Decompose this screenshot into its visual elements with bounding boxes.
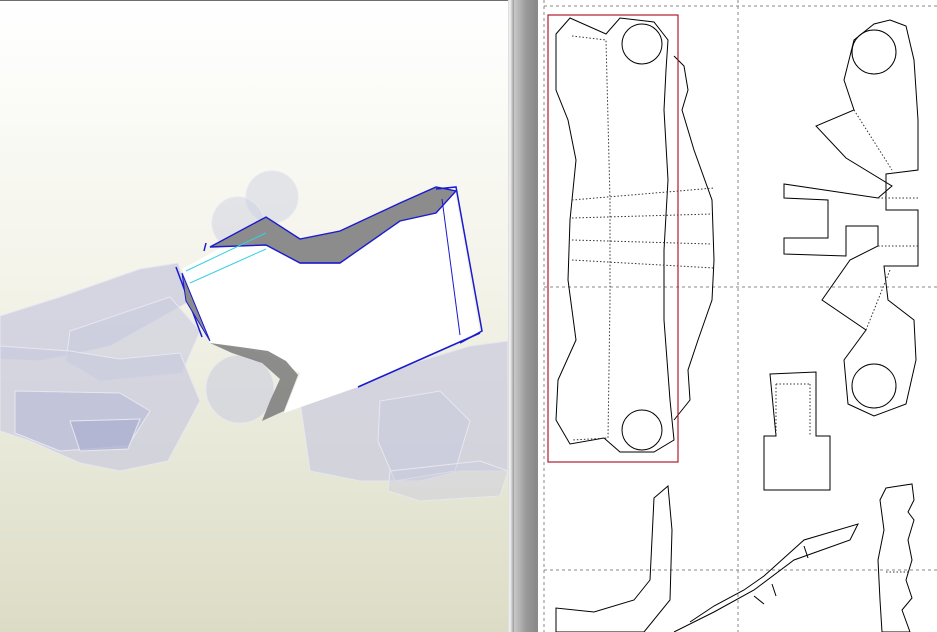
ghost-finger-tip bbox=[69, 418, 141, 452]
2d-sheet-view[interactable] bbox=[514, 0, 937, 632]
2d-sheet-canvas[interactable] bbox=[514, 0, 937, 632]
3d-viewport[interactable] bbox=[0, 0, 508, 632]
paper-sheet bbox=[538, 0, 937, 632]
3d-model-canvas[interactable] bbox=[0, 1, 508, 632]
ghost-knuckle bbox=[205, 354, 275, 424]
